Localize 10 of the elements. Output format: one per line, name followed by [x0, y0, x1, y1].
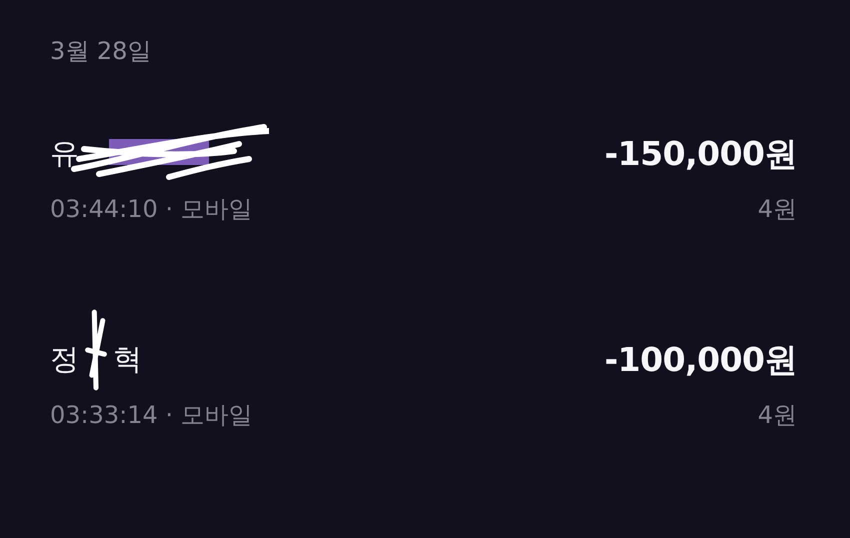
- transaction-amount: -150,000원: [604, 132, 797, 174]
- balance-amount: 4원: [758, 194, 797, 225]
- date-header: 3월 28일: [50, 36, 152, 67]
- recipient-name: 혁: [113, 341, 142, 378]
- recipient-name: 유: [50, 135, 79, 172]
- recipient-name: 정: [50, 341, 79, 378]
- transaction-meta: 03:44:10 · 모바일: [50, 194, 253, 225]
- transaction-meta: 03:33:14 · 모바일: [50, 400, 253, 431]
- balance-amount: 4원: [758, 400, 797, 431]
- transaction-amount: -100,000원: [604, 338, 797, 380]
